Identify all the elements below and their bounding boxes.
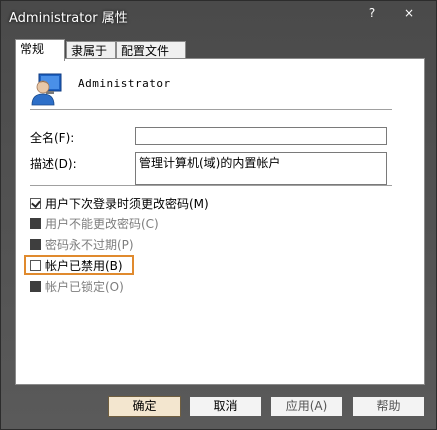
cannot-change-password-checkbox[interactable]: 用户不能更改密码(C) (30, 216, 159, 232)
divider (30, 185, 392, 187)
checkbox-checked-icon (30, 198, 41, 209)
close-caption-button[interactable]: × (398, 4, 420, 22)
general-tab-panel: Administrator 全名(F): 描述(D): 管理计算机(域)的内置帐… (15, 58, 425, 385)
description-input[interactable]: 管理计算机(域)的内置帐户 (135, 152, 387, 185)
checkbox-disabled-icon (30, 239, 41, 250)
must-change-password-checkbox[interactable]: 用户下次登录时须更改密码(M) (30, 196, 209, 212)
tab-member-of[interactable]: 隶属于 (66, 41, 116, 59)
help-button[interactable]: 帮助 (352, 396, 425, 417)
fullname-input[interactable] (135, 127, 387, 145)
highlight-box (24, 255, 134, 275)
cancel-button[interactable]: 取消 (189, 396, 262, 417)
checkbox-label: 用户下次登录时须更改密码(M) (45, 197, 209, 211)
description-label: 描述(D): (30, 157, 77, 171)
fullname-label: 全名(F): (30, 131, 75, 145)
window-title: Administrator 属性 (9, 11, 128, 26)
account-name: Administrator (78, 77, 171, 90)
checkbox-label: 用户不能更改密码(C) (45, 217, 159, 231)
password-never-expires-checkbox[interactable]: 密码永不过期(P) (30, 237, 134, 253)
properties-dialog: Administrator 属性 ? × 常规 隶属于 配置文件 Adminis… (0, 0, 437, 430)
tab-profile[interactable]: 配置文件 (116, 41, 186, 59)
account-locked-checkbox[interactable]: 帐户已锁定(O) (30, 279, 124, 295)
checkbox-label: 密码永不过期(P) (45, 238, 134, 252)
checkbox-label: 帐户已锁定(O) (45, 280, 124, 294)
ok-button[interactable]: 确定 (108, 396, 181, 417)
checkbox-disabled-icon (30, 218, 41, 229)
user-avatar-icon (31, 73, 62, 106)
checkbox-disabled-icon (30, 281, 41, 292)
divider (30, 109, 392, 111)
help-caption-button[interactable]: ? (361, 4, 383, 22)
apply-button[interactable]: 应用(A) (270, 396, 343, 417)
tab-general[interactable]: 常规 (15, 39, 65, 61)
